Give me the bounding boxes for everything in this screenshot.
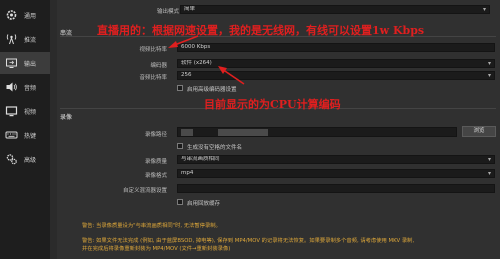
sidebar-item-label: 输出 [24,61,37,68]
encoder-label: 编码器 [150,63,167,69]
no-space-filename-label: 生成没有空格的文件名 [187,145,243,151]
recording-quality-label: 录像质量 [144,159,167,165]
recording-format-label: 录像格式 [144,173,167,179]
pause-warning-text: 警告: 当录像质量设为"与串流画质相同"时, 无法暂停录制。 [82,223,221,229]
no-space-filename-checkbox[interactable] [177,143,183,149]
sidebar-item-general[interactable]: 通用 [0,4,50,26]
custom-muxer-label: 自定义混流器设置 [122,188,167,194]
recording-section-title: 录像 [60,114,73,121]
display-icon [5,106,18,117]
replay-buffer-checkbox[interactable] [177,199,183,205]
sidebar-item-stream[interactable]: 推流 [0,28,50,50]
video-bitrate-field[interactable]: 6000 Kbps [177,43,495,52]
gear-icon [6,10,17,20]
custom-muxer-field[interactable] [177,184,495,193]
advanced-encoder-checkbox-label: 启用高级编码器设置 [187,87,237,93]
audio-bitrate-select[interactable]: 256 [177,71,495,80]
output-settings-panel: 输出模式 简单 串流 视频比特率 6000 Kbps 编码器 软件 (x264)… [57,0,500,259]
sidebar-item-hotkeys[interactable]: 热键 [0,124,50,146]
bitrate-annotation: 直播用的：根据网速设置，我的是无线网，有线可以设置1w Kbps [97,24,425,37]
sidebar-item-label: 推流 [24,37,37,44]
encoder-select[interactable]: 软件 (x264) [177,59,495,68]
sidebar-item-output[interactable]: 输出 [0,52,50,74]
advanced-encoder-checkbox[interactable] [177,85,183,91]
settings-sidebar: 通用 推流 输出 音频 视频 热键 高级 [0,0,50,259]
sidebar-item-label: 热键 [24,133,37,140]
broadcast-antenna-icon [6,34,17,45]
sidebar-item-label: 高级 [24,157,37,164]
remux-hint-text: 并在完成后将录像重新封装为 MP4/MOV (文件→重新封装录像) [82,246,231,252]
advanced-gear-icon [6,154,17,165]
mp4-recovery-warning-text: 警告: 如果文件无法完成 (例如, 由于蓝屏BSOD, 掉电等), 保存到 MP… [82,238,415,244]
replay-buffer-label: 启用回放缓存 [187,201,221,207]
audio-bitrate-label: 音频比特率 [139,75,167,81]
browse-button[interactable]: 浏览 [462,126,496,137]
sidebar-item-label: 视频 [24,109,37,116]
keyboard-icon [5,131,18,139]
sidebar-item-label: 音频 [24,85,37,92]
monitor-output-icon [6,58,17,68]
video-bitrate-label: 视频比特率 [139,47,167,53]
output-mode-label: 输出模式 [156,9,179,15]
encoder-annotation: 目前显示的为CPU计算编码 [204,98,341,111]
recording-quality-select[interactable]: 与串流画质相同 [177,155,495,164]
blurred-path-text [218,129,268,136]
sidebar-item-label: 通用 [24,13,37,20]
blurred-path-text [181,129,193,136]
sidebar-item-advanced[interactable]: 高级 [0,148,50,170]
sidebar-item-audio[interactable]: 音频 [0,76,50,98]
recording-format-select[interactable]: mp4 [177,169,495,178]
recording-path-label: 录像路径 [144,132,167,138]
recording-path-field[interactable] [177,127,457,137]
speaker-icon [6,82,17,92]
sidebar-item-video[interactable]: 视频 [0,100,50,122]
output-mode-select[interactable]: 简单 [180,5,490,14]
